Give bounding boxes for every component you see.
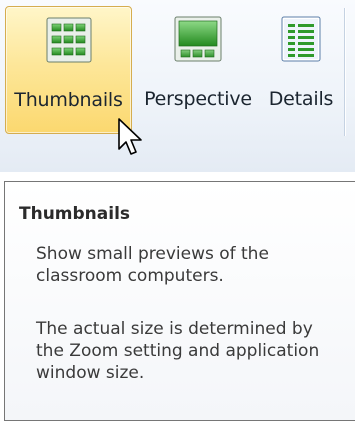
ribbon-panel: Thumbnails Perspective Details xyxy=(0,0,355,172)
thumbnails-button-label: Thumbnails xyxy=(14,89,123,111)
thumbnails-grid-icon xyxy=(46,17,91,63)
thumbnails-button[interactable]: Thumbnails xyxy=(5,6,132,134)
tooltip-note: The actual size is determined by the Zoo… xyxy=(36,319,320,383)
details-button-label: Details xyxy=(268,88,334,110)
details-list-icon xyxy=(281,16,321,62)
details-button[interactable]: Details xyxy=(262,6,340,134)
perspective-button-label: Perspective xyxy=(144,88,252,110)
ribbon-separator xyxy=(344,8,345,136)
mouse-pointer-icon xyxy=(118,118,142,155)
tooltip-panel: Thumbnails Show small previews of the cl… xyxy=(4,181,355,421)
perspective-button[interactable]: Perspective xyxy=(134,6,262,134)
tooltip-description: Show small previews of the classroom com… xyxy=(36,244,269,286)
perspective-view-icon xyxy=(174,16,222,62)
tooltip-title: Thumbnails xyxy=(19,204,131,224)
